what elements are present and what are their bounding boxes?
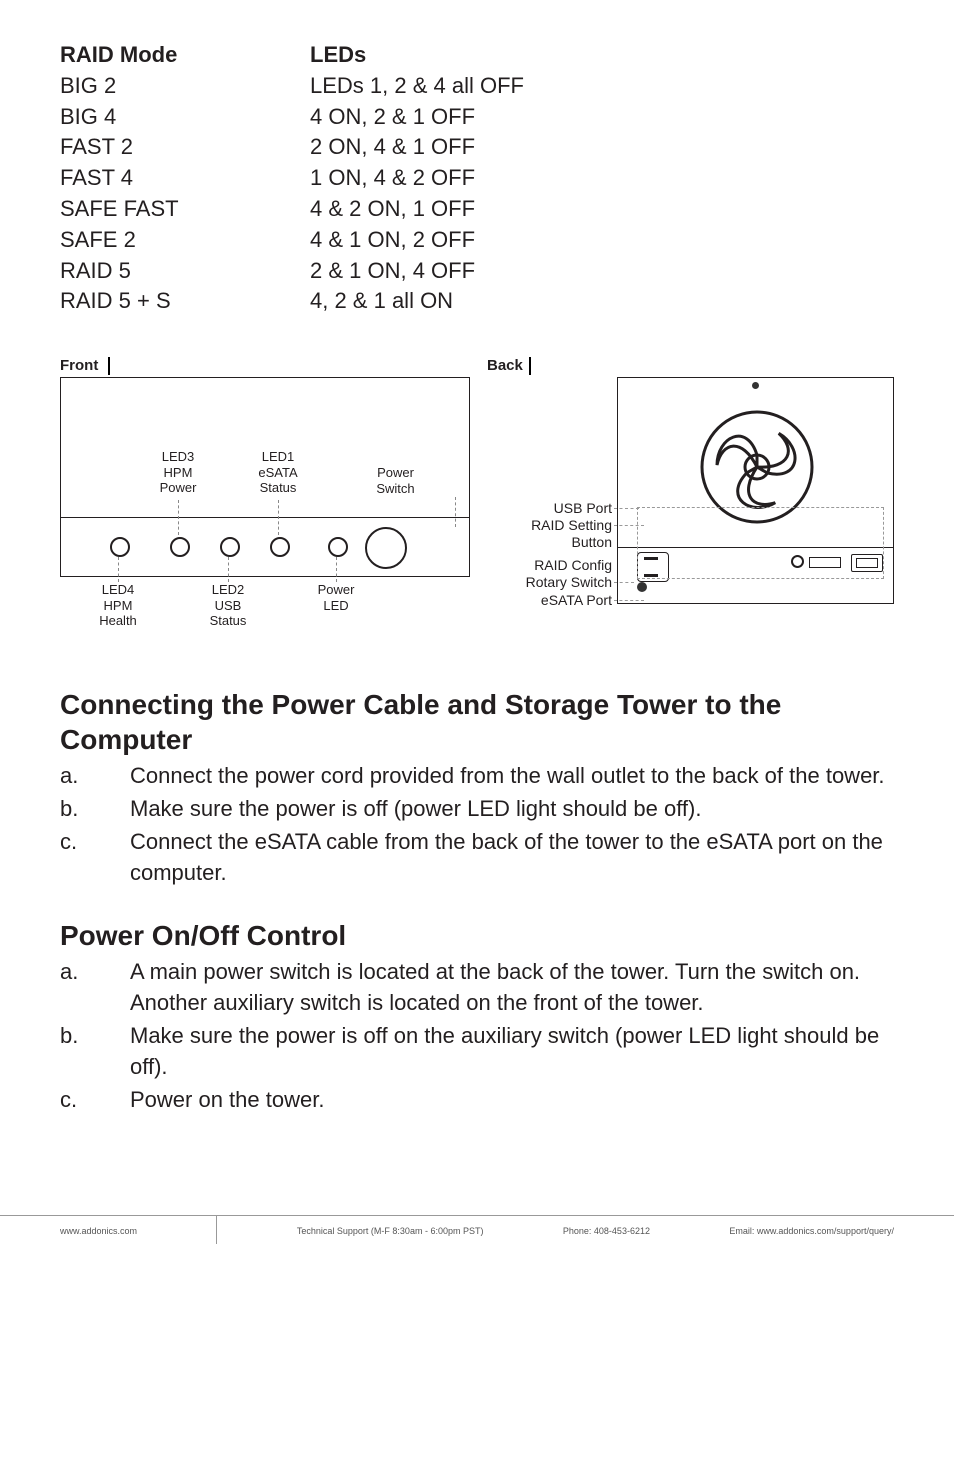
led4-label: LED4 HPM Health	[88, 582, 148, 629]
step-text: Power on the tower.	[130, 1085, 324, 1116]
raid-mode-cell: SAFE FAST	[60, 194, 310, 225]
raid-led-header: LEDs	[310, 40, 524, 71]
raid-setting-label: RAID Setting Button	[487, 517, 612, 551]
usb-port-label: USB Port	[487, 500, 612, 517]
step-text: Make sure the power is off on the auxili…	[130, 1021, 894, 1083]
raid-mode-cell: FAST 4	[60, 163, 310, 194]
footer-email: Email: www.addonics.com/support/query/	[729, 1226, 894, 1244]
connect-steps: a.Connect the power cord provided from t…	[60, 761, 894, 888]
power-steps: a.A main power switch is located at the …	[60, 957, 894, 1115]
footer-support: Technical Support (M-F 8:30am - 6:00pm P…	[297, 1226, 484, 1244]
raid-mode-header: RAID Mode	[60, 40, 310, 71]
raid-config-label: RAID Config Rotary Switch	[487, 557, 612, 591]
led1-label: LED1 eSATA Status	[248, 449, 308, 496]
step-letter: a.	[60, 957, 130, 1019]
step-text: Connect the power cord provided from the…	[130, 761, 885, 792]
back-diagram: Back USB Port RAID Setting Button RAID C…	[487, 357, 894, 647]
step-letter: c.	[60, 1085, 130, 1116]
power-switch-icon	[365, 527, 407, 569]
page-footer: www.addonics.com Technical Support (M-F …	[0, 1215, 954, 1244]
switch-icon	[809, 557, 841, 568]
esata-port-icon	[851, 554, 883, 572]
step-letter: b.	[60, 794, 130, 825]
footer-phone: Phone: 408-453-6212	[563, 1226, 650, 1244]
raid-mode-cell: BIG 4	[60, 102, 310, 133]
raid-mode-cell: FAST 2	[60, 132, 310, 163]
step-letter: a.	[60, 761, 130, 792]
led3-label: LED3 HPM Power	[148, 449, 208, 496]
raid-led-cell: 4, 2 & 1 all ON	[310, 286, 524, 317]
raid-led-cell: 4 ON, 2 & 1 OFF	[310, 102, 524, 133]
raid-mode-cell: BIG 2	[60, 71, 310, 102]
esata-port-label: eSATA Port	[487, 592, 612, 609]
step-letter: b.	[60, 1021, 130, 1083]
power-led-label: Power LED	[306, 582, 366, 613]
raid-mode-cell: SAFE 2	[60, 225, 310, 256]
back-title: Back	[487, 357, 523, 374]
raid-mode-table: RAID Mode BIG 2 BIG 4 FAST 2 FAST 4 SAFE…	[60, 40, 894, 317]
raid-led-cell: LEDs 1, 2 & 4 all OFF	[310, 71, 524, 102]
step-text: Make sure the power is off (power LED li…	[130, 794, 701, 825]
raid-led-cell: 2 ON, 4 & 1 OFF	[310, 132, 524, 163]
step-text: Connect the eSATA cable from the back of…	[130, 827, 894, 889]
power-switch-label: Power Switch	[368, 465, 423, 496]
raid-led-cell: 2 & 1 ON, 4 OFF	[310, 256, 524, 287]
led2-label: LED2 USB Status	[198, 582, 258, 629]
raid-led-cell: 4 & 1 ON, 2 OFF	[310, 225, 524, 256]
power-heading: Power On/Off Control	[60, 918, 894, 953]
connect-heading: Connecting the Power Cable and Storage T…	[60, 687, 894, 757]
raid-mode-cell: RAID 5 + S	[60, 286, 310, 317]
raid-mode-cell: RAID 5	[60, 256, 310, 287]
raid-led-cell: 4 & 2 ON, 1 OFF	[310, 194, 524, 225]
step-letter: c.	[60, 827, 130, 889]
raid-led-cell: 1 ON, 4 & 2 OFF	[310, 163, 524, 194]
step-text: A main power switch is located at the ba…	[130, 957, 894, 1019]
title-separator	[108, 357, 110, 375]
title-separator	[529, 357, 531, 375]
front-diagram: Front LED3 HPM Power LED1 eSATA Status P…	[60, 357, 467, 647]
front-title: Front	[60, 357, 98, 374]
footer-url: www.addonics.com	[60, 1226, 137, 1244]
